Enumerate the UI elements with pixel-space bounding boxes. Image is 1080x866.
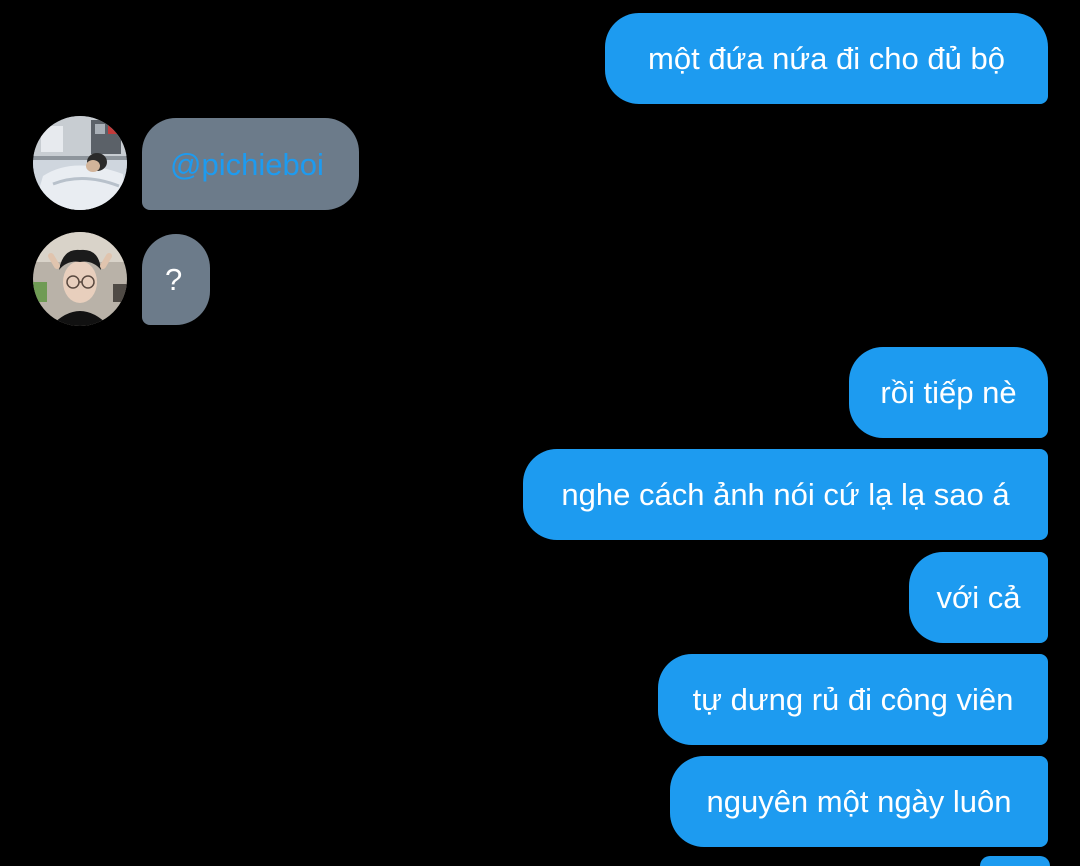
message-text: rồi tiếp nè xyxy=(880,375,1017,410)
message-text: nghe cách ảnh nói cứ lạ lạ sao á xyxy=(561,477,1010,512)
avatar[interactable] xyxy=(33,232,127,326)
mention-link[interactable]: @pichieboi xyxy=(170,149,324,180)
message-text: với cả xyxy=(936,580,1021,615)
incoming-message-bubble[interactable]: ? xyxy=(142,234,210,325)
message-text: ? xyxy=(165,262,183,297)
next-message-bubble-edge xyxy=(980,856,1050,866)
message-text: tự dưng rủ đi công viên xyxy=(692,682,1014,717)
outgoing-message-bubble[interactable]: nguyên một ngày luôn xyxy=(670,756,1048,847)
outgoing-message-bubble[interactable]: nghe cách ảnh nói cứ lạ lạ sao á xyxy=(523,449,1048,540)
avatar-photo-sleeping-person-icon xyxy=(33,116,127,210)
outgoing-message-bubble[interactable]: với cả xyxy=(909,552,1048,643)
outgoing-message-bubble[interactable]: rồi tiếp nè xyxy=(849,347,1048,438)
avatar[interactable] xyxy=(33,116,127,210)
message-text: nguyên một ngày luôn xyxy=(706,784,1012,819)
message-thread: một đứa nứa đi cho đủ bộ @pichieboi ? rồ… xyxy=(0,0,1080,866)
outgoing-message-bubble[interactable]: tự dưng rủ đi công viên xyxy=(658,654,1048,745)
avatar-photo-person-glasses-icon xyxy=(33,232,127,326)
outgoing-message-bubble[interactable]: một đứa nứa đi cho đủ bộ xyxy=(605,13,1048,104)
message-text: một đứa nứa đi cho đủ bộ xyxy=(648,41,1005,76)
incoming-message-bubble[interactable]: @pichieboi xyxy=(142,118,359,210)
